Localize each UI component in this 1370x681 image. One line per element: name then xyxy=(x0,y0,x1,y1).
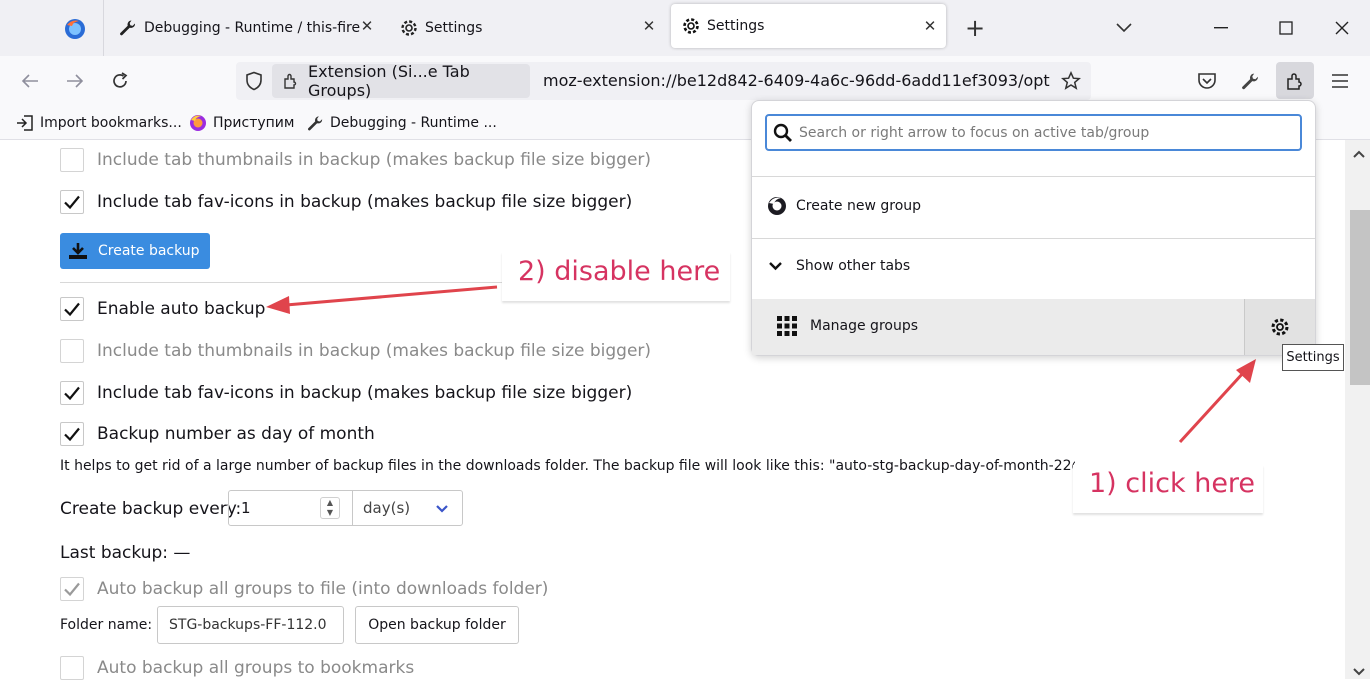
show-other-tabs-item[interactable]: Show other tabs xyxy=(768,258,910,274)
create-new-group-item[interactable]: Create new group xyxy=(767,196,921,216)
create-new-group-label: Create new group xyxy=(796,198,922,214)
manage-groups-label: Manage groups xyxy=(810,318,919,334)
gear-icon xyxy=(1271,318,1289,336)
annotation-step1: 1) click here xyxy=(1089,468,1256,499)
settings-tooltip: Settings xyxy=(1282,344,1344,371)
manage-groups-item[interactable]: Manage groups xyxy=(777,316,918,336)
firefox-logo-icon xyxy=(767,196,787,216)
search-icon xyxy=(773,123,792,142)
chevron-down-icon xyxy=(768,261,783,271)
popup-divider xyxy=(752,238,1315,239)
arrow-step1 xyxy=(1178,359,1256,444)
arrow-step2 xyxy=(266,285,498,314)
popup-search-field[interactable] xyxy=(765,114,1302,151)
show-other-tabs-label: Show other tabs xyxy=(796,258,911,274)
popup-search-input[interactable] xyxy=(799,124,1289,141)
popup-divider xyxy=(752,176,1315,177)
grid-icon xyxy=(777,316,797,336)
